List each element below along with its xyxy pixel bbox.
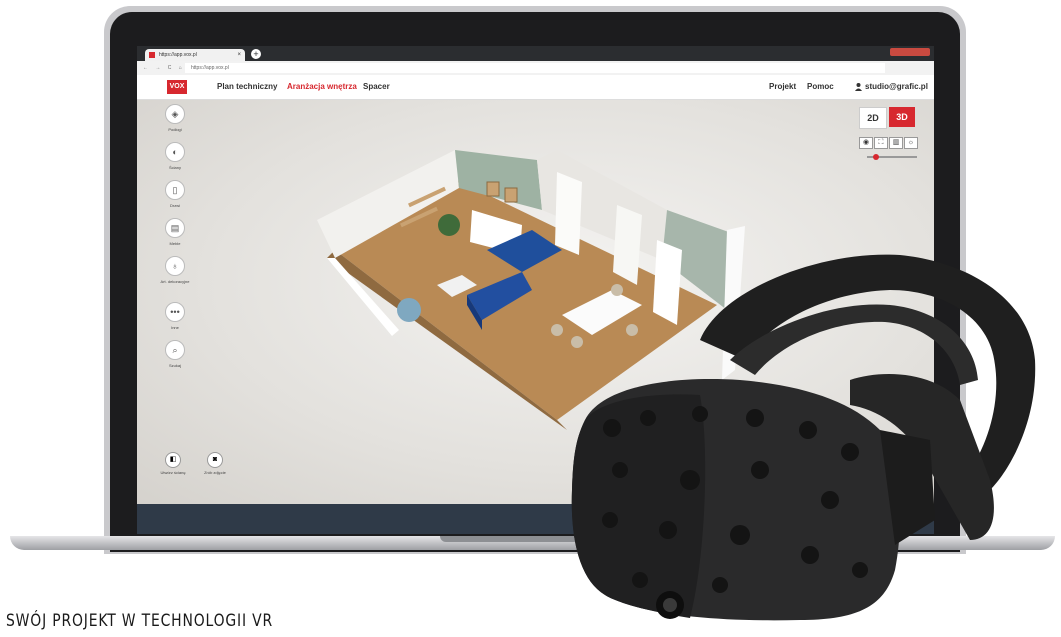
caption-heading: SWÓJ PROJEKT W TECHNOLOGII VR bbox=[6, 611, 273, 631]
vr-headset-icon bbox=[571, 254, 1036, 621]
